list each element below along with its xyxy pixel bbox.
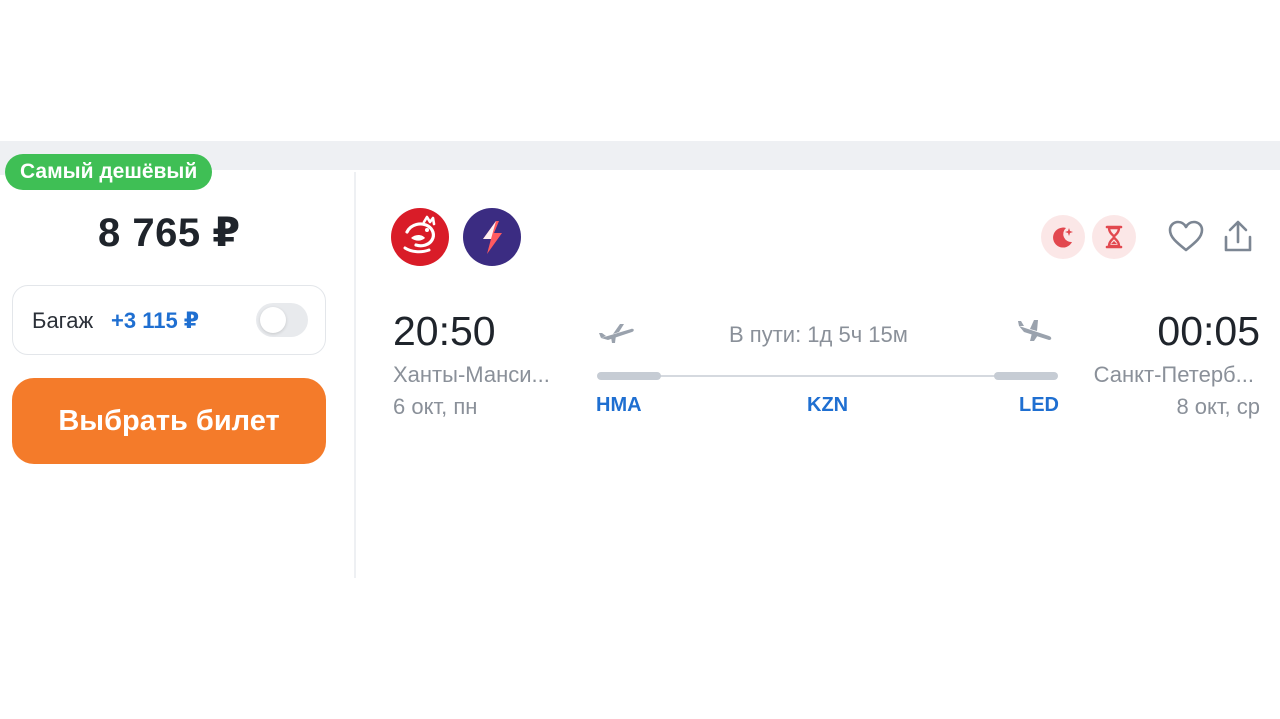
arrival-time: 00:05: [1157, 308, 1260, 354]
heart-icon[interactable]: [1166, 217, 1206, 257]
cheapest-badge: Самый дешёвый: [5, 154, 213, 190]
landing-plane-icon: [1016, 318, 1054, 346]
baggage-price: +3 115 ₽: [111, 308, 200, 333]
select-ticket-button[interactable]: Выбрать билет: [12, 378, 326, 464]
baggage-toggle[interactable]: [256, 303, 308, 337]
ticket-price: 8 765 ₽: [98, 211, 241, 255]
share-icon[interactable]: [1218, 217, 1258, 257]
airline-logo-rooster-icon: [391, 208, 449, 266]
airline-logo-lightning-icon: [463, 208, 521, 266]
card-divider: [354, 172, 356, 578]
route-line: [660, 375, 996, 377]
route-segment-arrival: [994, 372, 1058, 380]
arrival-city: Санкт-Петерб...: [1093, 362, 1254, 387]
departure-city: Ханты-Манси...: [393, 362, 550, 387]
flight-duration: В пути: 1д 5ч 15м: [729, 322, 908, 347]
departure-time: 20:50: [393, 308, 496, 354]
route-segment-departure: [597, 372, 661, 380]
hourglass-icon[interactable]: [1092, 215, 1136, 259]
takeoff-plane-icon: [598, 318, 636, 346]
search-results-area: Самый дешёвый 8 765 ₽ Багаж +3 115 ₽ Выб…: [0, 0, 1280, 719]
baggage-label: Багаж: [32, 308, 94, 333]
arrival-iata: LED: [1019, 394, 1059, 416]
night-flight-icon[interactable]: [1041, 215, 1085, 259]
departure-iata: HMA: [596, 394, 642, 416]
arrival-date: 8 окт, ср: [1176, 394, 1260, 419]
transfer-iata: KZN: [807, 394, 849, 416]
toggle-knob: [260, 307, 286, 333]
baggage-option[interactable]: Багаж +3 115 ₽: [12, 285, 326, 355]
departure-date: 6 окт, пн: [393, 394, 478, 419]
